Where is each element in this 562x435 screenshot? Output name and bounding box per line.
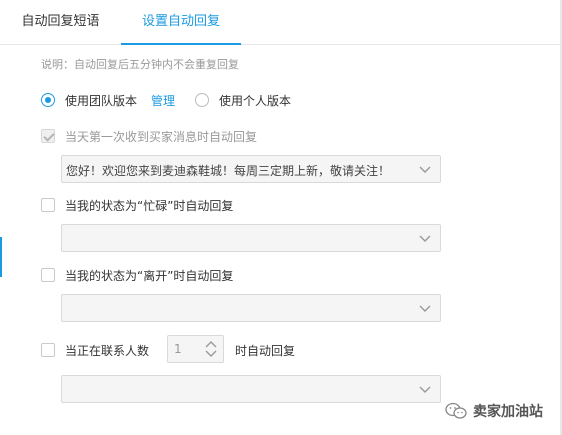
first-message-label: 当天第一次收到买家消息时自动回复	[65, 130, 258, 144]
contacts-label-prefix: 当正在联系人数	[65, 344, 150, 358]
tab-bar: 自动回复短语 设置自动回复	[0, 0, 562, 45]
busy-select[interactable]	[61, 224, 441, 252]
team-version-label: 使用团队版本	[65, 94, 138, 108]
contacts-count-value: 1	[174, 342, 182, 356]
away-select[interactable]	[61, 294, 441, 322]
tab-auto-reply-phrases[interactable]: 自动回复短语	[0, 0, 121, 45]
stepper-arrows-icon[interactable]	[205, 339, 217, 359]
contacts-count-stepper[interactable]: 1	[167, 335, 224, 363]
manage-link[interactable]: 管理	[151, 92, 175, 109]
chevron-down-icon	[419, 166, 431, 173]
personal-version-label: 使用个人版本	[219, 94, 292, 108]
tab-auto-reply-settings[interactable]: 设置自动回复	[121, 0, 241, 45]
contacts-select[interactable]	[61, 375, 441, 403]
chevron-down-icon	[419, 386, 431, 393]
chevron-down-icon	[419, 305, 431, 312]
left-accent-bar	[0, 237, 2, 277]
busy-label: 当我的状态为“忙碌”时自动回复	[65, 199, 234, 213]
contacts-checkbox[interactable]	[41, 343, 55, 357]
wechat-icon	[445, 402, 467, 419]
contacts-label-suffix: 时自动回复	[235, 344, 296, 358]
first-message-value: 您好！欢迎您来到麦迪森鞋城！每周三定期上新，敬请关注！	[66, 164, 391, 178]
watermark-text: 卖家加油站	[473, 404, 543, 420]
team-version-radio[interactable]	[41, 93, 55, 107]
busy-checkbox[interactable]	[41, 198, 55, 212]
first-message-checkbox[interactable]	[41, 129, 55, 143]
note-text: 说明：自动回复后五分钟内不会重复回复	[41, 58, 239, 71]
away-checkbox[interactable]	[41, 268, 55, 282]
away-label: 当我的状态为“离开”时自动回复	[65, 269, 234, 283]
first-message-select[interactable]: 您好！欢迎您来到麦迪森鞋城！每周三定期上新，敬请关注！	[61, 155, 441, 183]
personal-version-radio[interactable]	[195, 93, 209, 107]
chevron-down-icon	[419, 235, 431, 242]
